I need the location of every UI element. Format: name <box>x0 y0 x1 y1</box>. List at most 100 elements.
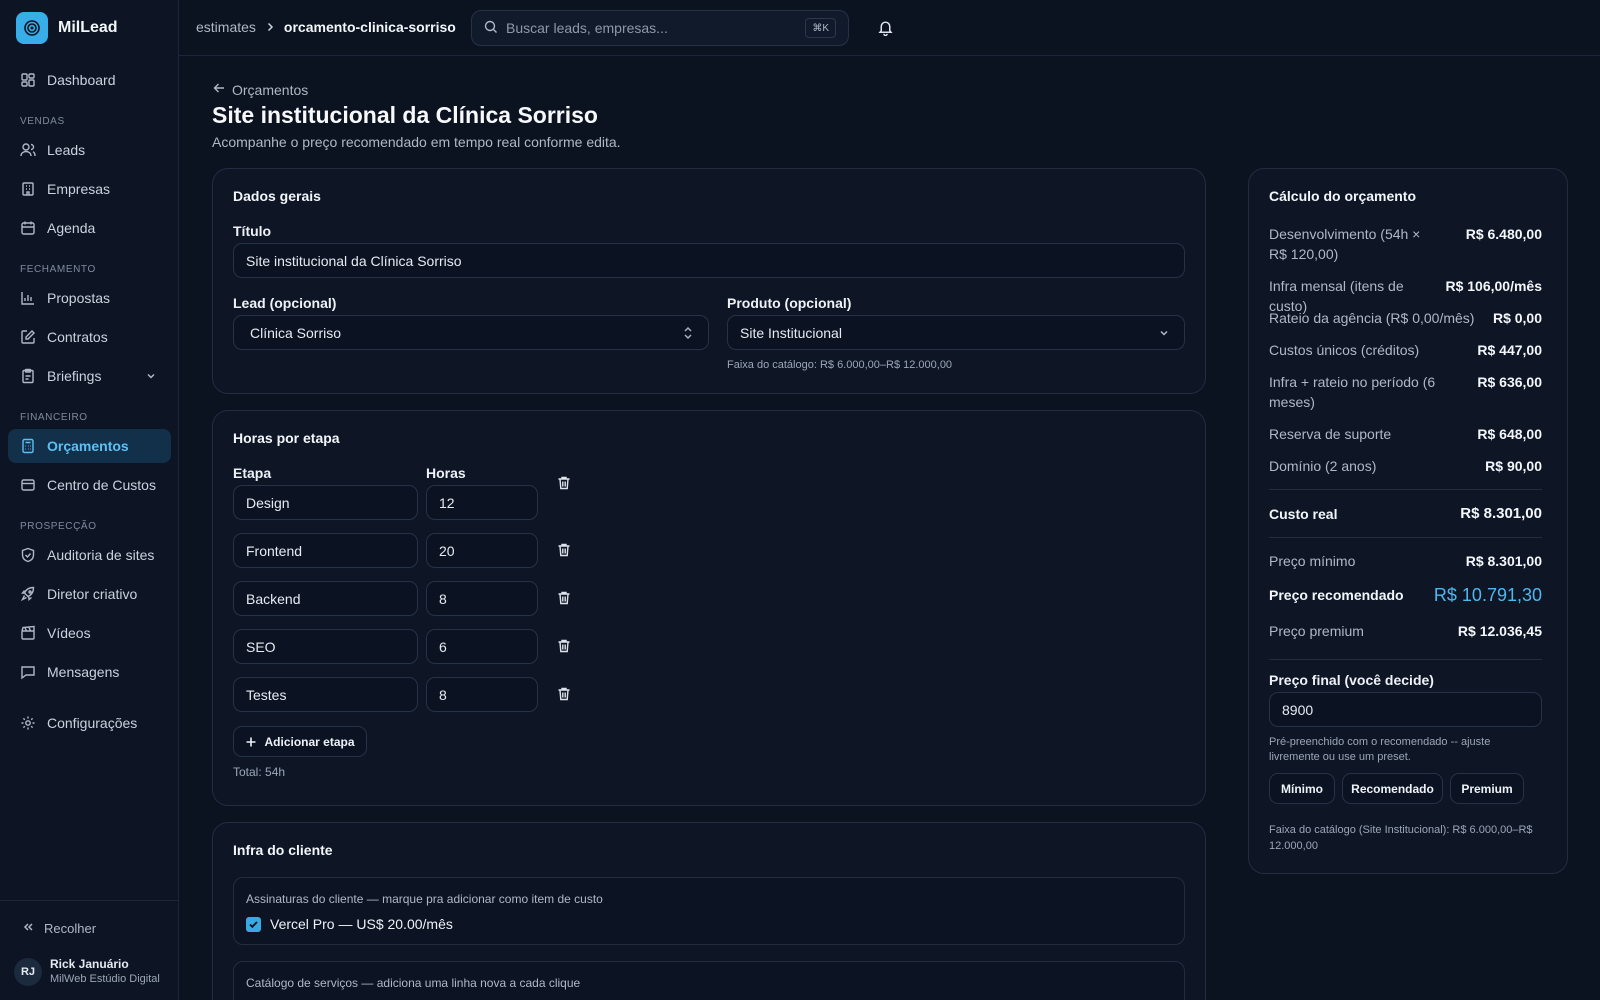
preco-minimo-row: Preço mínimo R$ 8.301,00 <box>1269 551 1542 571</box>
calc-line: Domínio (2 anos) R$ 90,00 <box>1269 456 1542 476</box>
sidebar-item-briefings[interactable]: Briefings <box>8 359 171 393</box>
custo-real-value: R$ 8.301,00 <box>1460 505 1542 522</box>
lead-select[interactable]: Clínica Sorriso <box>233 315 709 350</box>
assinatura-item[interactable]: Vercel Pro — US$ 20.00/mês <box>246 916 453 932</box>
trash-icon[interactable] <box>556 475 572 491</box>
horas-input[interactable]: 20 <box>426 533 538 568</box>
calc-line: Custos únicos (créditos) R$ 447,00 <box>1269 340 1542 360</box>
sidebar-item-label: Configurações <box>47 715 138 731</box>
preset-minimo-button[interactable]: Mínimo <box>1269 773 1335 804</box>
search-icon <box>484 20 498 37</box>
etapa-input[interactable]: Backend <box>233 581 418 616</box>
sidebar-item-diretor[interactable]: Diretor criativo <box>8 577 171 611</box>
sidebar-item-orcamentos[interactable]: Orçamentos <box>8 429 171 463</box>
sidebar-item-videos[interactable]: Vídeos <box>8 616 171 650</box>
preset-premium-button[interactable]: Premium <box>1450 773 1524 804</box>
sidebar-item-label: Diretor criativo <box>47 586 138 602</box>
sidebar-item-agenda[interactable]: Agenda <box>8 211 171 245</box>
user-profile[interactable]: RJ Rick Januário MilWeb Estúdio Digital <box>14 957 160 987</box>
sidebar-item-label: Empresas <box>47 181 111 197</box>
rocket-icon <box>20 586 36 602</box>
calculo-card: Cálculo do orçamento Desenvolvimento (54… <box>1248 168 1568 874</box>
etapa-input[interactable]: SEO <box>233 629 418 664</box>
sidebar-item-dashboard[interactable]: Dashboard <box>8 63 171 97</box>
section-label-fechamento: FECHAMENTO <box>20 264 96 275</box>
etapa-value: Frontend <box>246 542 303 559</box>
collapse-button[interactable]: Recolher <box>22 921 96 936</box>
chevron-down-icon <box>1158 326 1170 342</box>
chevrons-up-down-icon <box>682 326 694 343</box>
divider <box>1269 659 1542 660</box>
sidebar-item-mensagens[interactable]: Mensagens <box>8 655 171 689</box>
brand[interactable]: MilLead <box>16 12 118 44</box>
trash-icon[interactable] <box>556 638 572 654</box>
sidebar-item-configuracoes[interactable]: Configurações <box>8 706 171 740</box>
preco-final-input[interactable]: 8900 <box>1269 692 1542 727</box>
calc-line-value: R$ 0,00 <box>1492 310 1542 326</box>
horas-value: 8 <box>439 590 447 607</box>
back-link[interactable]: Orçamentos <box>212 81 308 98</box>
sidebar-item-leads[interactable]: Leads <box>8 133 171 167</box>
search-input[interactable]: Buscar leads, empresas... ⌘K <box>471 10 849 46</box>
preco-premium-value: R$ 12.036,45 <box>1457 623 1542 639</box>
chevron-down-icon[interactable] <box>145 369 157 385</box>
sidebar-item-empresas[interactable]: Empresas <box>8 172 171 206</box>
sidebar-footer: Recolher RJ Rick Januário MilWeb Estúdio… <box>0 900 179 1000</box>
etapa-input[interactable]: Testes <box>233 677 418 712</box>
horas-input[interactable]: 8 <box>426 581 538 616</box>
preco-minimo-value: R$ 8.301,00 <box>1465 553 1542 569</box>
preset-recomendado-button[interactable]: Recomendado <box>1342 773 1443 804</box>
produto-value: Site Institucional <box>740 324 842 341</box>
add-etapa-button[interactable]: Adicionar etapa <box>233 726 367 757</box>
trash-icon[interactable] <box>556 542 572 558</box>
trash-icon[interactable] <box>556 590 572 606</box>
infra-card: Infra do cliente Assinaturas do cliente … <box>212 822 1206 1000</box>
shield-icon <box>20 547 36 563</box>
etapa-input[interactable]: Frontend <box>233 533 418 568</box>
checkbox-checked[interactable] <box>246 916 261 932</box>
calc-line-value: R$ 447,00 <box>1477 342 1542 358</box>
assinatura-label: Vercel Pro — US$ 20.00/mês <box>270 916 453 932</box>
breadcrumb-root[interactable]: estimates <box>196 19 256 35</box>
etapa-value: Design <box>246 494 290 511</box>
sidebar-item-contratos[interactable]: Contratos <box>8 320 171 354</box>
shortcut-hint: ⌘K <box>805 18 836 38</box>
bell-icon[interactable] <box>877 19 894 39</box>
horas-value: 20 <box>439 542 455 559</box>
calc-line: Infra + rateio no período (6 meses) R$ 6… <box>1269 372 1542 412</box>
page-title: Site institucional da Clínica Sorriso <box>212 102 598 128</box>
section-label-financeiro: FINANCEIRO <box>20 412 88 423</box>
sidebar-item-auditoria[interactable]: Auditoria de sites <box>8 538 171 572</box>
sidebar-item-propostas[interactable]: Propostas <box>8 281 171 315</box>
collapse-label: Recolher <box>44 921 97 936</box>
horas-input[interactable]: 12 <box>426 485 538 520</box>
search-placeholder: Buscar leads, empresas... <box>506 20 668 36</box>
horas-input[interactable]: 8 <box>426 677 538 712</box>
sidebar-item-label: Orçamentos <box>47 438 129 454</box>
etapa-input[interactable]: Design <box>233 485 418 520</box>
etapa-value: Backend <box>246 590 301 607</box>
custo-real-row: Custo real R$ 8.301,00 <box>1269 504 1542 524</box>
preco-premium-label: Preço premium <box>1269 623 1364 639</box>
titulo-field[interactable]: Site institucional da Clínica Sorriso <box>233 243 1185 278</box>
faixa-catalogo-hint: Faixa do catálogo: R$ 6.000,00–R$ 12.000… <box>727 359 953 371</box>
logo-icon <box>16 12 48 44</box>
calc-line-value: R$ 90,00 <box>1485 458 1542 474</box>
back-label: Orçamentos <box>232 81 309 98</box>
users-icon <box>20 142 36 158</box>
preco-recomendado-label: Preço recomendado <box>1269 587 1404 603</box>
horas-column-header: Horas <box>426 465 466 481</box>
topbar: estimates orcamento-clinica-sorriso Busc… <box>179 0 1600 56</box>
clipboard-icon <box>20 368 36 384</box>
calc-line: Desenvolvimento (54h × R$ 120,00) R$ 6.4… <box>1269 224 1542 264</box>
calc-line: Reserva de suporte R$ 648,00 <box>1269 424 1542 444</box>
sidebar-item-centro-custos[interactable]: Centro de Custos <box>8 468 171 502</box>
produto-select[interactable]: Site Institucional <box>727 315 1185 350</box>
trash-icon[interactable] <box>556 686 572 702</box>
horas-input[interactable]: 6 <box>426 629 538 664</box>
preco-recomendado-row: Preço recomendado R$ 10.791,30 <box>1269 585 1542 605</box>
preco-final-hint: Pré-preenchido com o recomendado -- ajus… <box>1269 736 1491 763</box>
arrow-left-icon <box>212 81 226 98</box>
assinaturas-box: Assinaturas do cliente — marque pra adic… <box>233 877 1185 945</box>
sidebar-item-label: Vídeos <box>47 625 91 641</box>
